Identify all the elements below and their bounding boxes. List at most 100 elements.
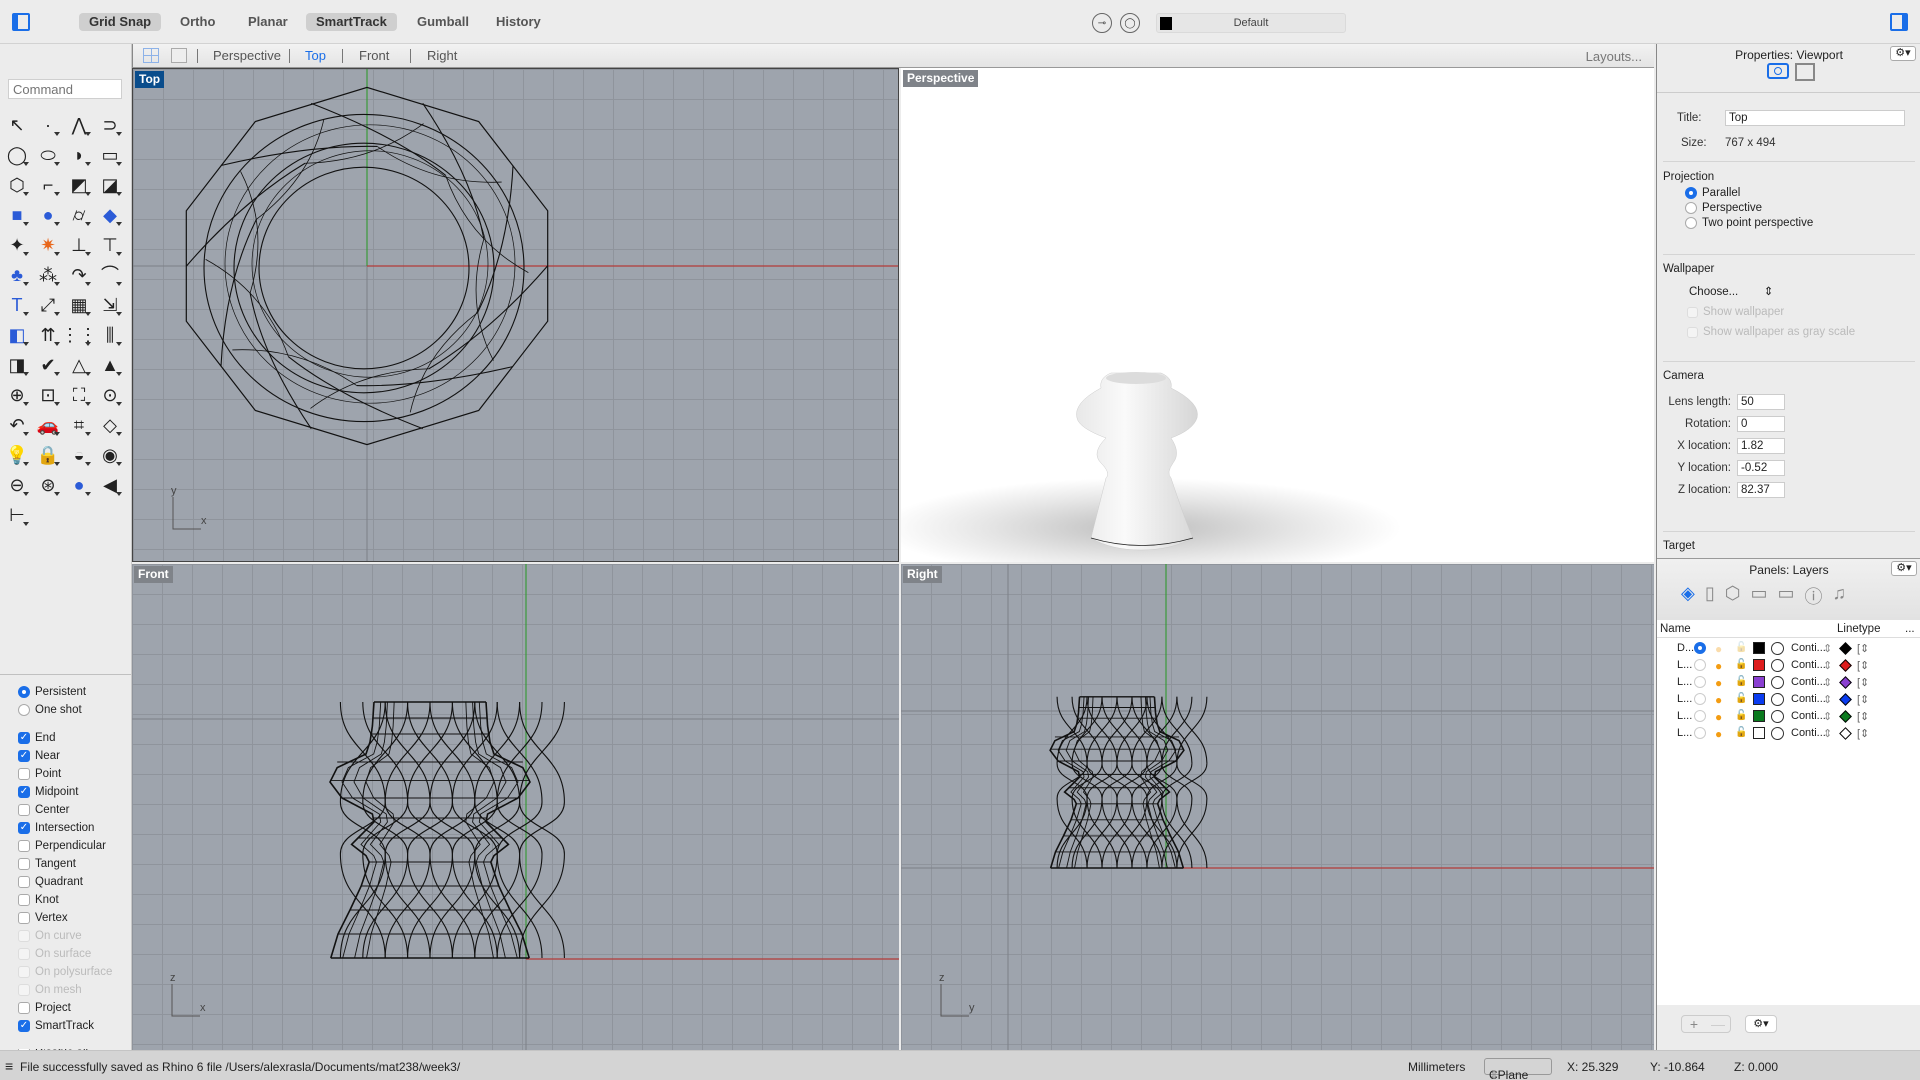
print-width-stepper-icon[interactable]: [⇕ xyxy=(1857,676,1869,689)
layer-name[interactable]: L... xyxy=(1677,693,1692,705)
trim-tool[interactable]: ⊥ xyxy=(64,230,94,260)
cylinder-tool[interactable]: ⌭ xyxy=(64,200,94,230)
linetype-stepper-icon[interactable]: ⇕ xyxy=(1823,710,1832,723)
layer-linetype[interactable]: Conti... xyxy=(1791,659,1826,671)
array-tool[interactable]: ▦ xyxy=(64,290,94,320)
osnap-persistent-radio[interactable]: Persistent xyxy=(0,683,131,701)
grid-snap-toggle[interactable]: Grid Snap xyxy=(79,13,162,31)
layer-name[interactable]: L... xyxy=(1677,727,1692,739)
tab-perspective[interactable]: Perspective xyxy=(213,48,281,63)
wallpaper-choose-select[interactable]: Choose... ⇕ xyxy=(1689,284,1773,298)
gumball-toggle[interactable]: Gumball xyxy=(407,13,479,31)
named-shapes-tool[interactable]: ◇ xyxy=(95,410,125,440)
layers-gear-icon[interactable]: ⚙▾ xyxy=(1891,561,1917,576)
select-arrow-tool[interactable]: ↖ xyxy=(2,110,32,140)
shapes-tool[interactable]: △ xyxy=(64,350,94,380)
document-tab-icon[interactable]: ▯ xyxy=(1705,583,1715,609)
osnap-perpendicular-checkbox[interactable]: Perpendicular xyxy=(0,837,131,855)
osnap-intersection-checkbox[interactable]: ✓ Intersection xyxy=(0,819,131,837)
help-tab-icon[interactable]: ⓘ xyxy=(1805,583,1823,609)
layer-linetype[interactable]: Conti... xyxy=(1791,693,1826,705)
filter-toggle-icon[interactable]: ◯ xyxy=(1120,13,1140,33)
grid-sphere-tool[interactable]: ⊛ xyxy=(33,470,63,500)
print-color-diamond[interactable] xyxy=(1839,642,1852,655)
light-bulb-icon[interactable]: ● xyxy=(1715,642,1722,656)
camera-z-location-input[interactable] xyxy=(1737,482,1785,498)
light-bulb-icon[interactable]: ● xyxy=(1715,676,1722,690)
render-cone-tool[interactable]: ◀ xyxy=(95,470,125,500)
display-tab-icon[interactable]: ▭ xyxy=(1777,583,1794,609)
layer-current-radio[interactable] xyxy=(1694,727,1706,739)
grid-array-tool[interactable]: ⋮⋮ xyxy=(61,320,97,350)
boolean-difference-tool[interactable]: ♣ xyxy=(2,260,32,290)
projection-parallel-radio[interactable]: Parallel xyxy=(1685,187,1740,199)
osnap-toggle-icon[interactable]: ⊸ xyxy=(1092,13,1112,33)
layer-material-icon[interactable] xyxy=(1771,727,1784,740)
layer-material-icon[interactable] xyxy=(1771,693,1784,706)
command-input[interactable] xyxy=(8,79,122,99)
projection-perspective-radio[interactable]: Perspective xyxy=(1685,202,1762,214)
units-label[interactable]: Millimeters xyxy=(1408,1060,1465,1074)
surface-patch-tool[interactable]: ◆ xyxy=(95,200,125,230)
lock-icon[interactable]: 🔓 xyxy=(1735,642,1747,653)
osnap-end-checkbox[interactable]: ✓ End xyxy=(0,729,131,747)
layer-row[interactable]: D... ● 🔓 Conti... ⇕ [⇕ xyxy=(1657,640,1920,657)
print-width-stepper-icon[interactable]: [⇕ xyxy=(1857,710,1869,723)
layer-color-swatch[interactable] xyxy=(1753,642,1765,654)
print-width-stepper-icon[interactable]: [⇕ xyxy=(1857,693,1869,706)
print-color-diamond[interactable] xyxy=(1839,710,1852,723)
top-viewport[interactable]: Top y x xyxy=(132,68,899,562)
boolean-union-tool[interactable]: ● xyxy=(33,200,63,230)
lock-tool[interactable]: 🔒 xyxy=(33,440,63,470)
linetype-stepper-icon[interactable]: ⇕ xyxy=(1823,642,1832,655)
layer-color-swatch[interactable] xyxy=(1753,659,1765,671)
notes-tab-icon[interactable]: ▭ xyxy=(1750,583,1767,609)
ortho-toggle[interactable]: Ortho xyxy=(170,13,225,31)
layers-tab-icon[interactable]: ◈ xyxy=(1681,583,1695,609)
light-bulb-icon[interactable]: ● xyxy=(1715,693,1722,707)
text-tool[interactable]: T xyxy=(2,290,32,320)
right-viewport[interactable]: Right z y xyxy=(901,564,1654,1050)
print-color-diamond[interactable] xyxy=(1839,676,1852,689)
print-color-diamond[interactable] xyxy=(1839,659,1852,672)
print-width-stepper-icon[interactable]: [⇕ xyxy=(1857,659,1869,672)
solid-edit-tool[interactable]: ◧ xyxy=(2,320,32,350)
command-history-icon[interactable]: ≡ xyxy=(5,1058,13,1074)
layer-material-icon[interactable] xyxy=(1771,710,1784,723)
wireframe-sphere-tool[interactable]: ⊖ xyxy=(2,470,32,500)
linetype-stepper-icon[interactable]: ⇕ xyxy=(1823,693,1832,706)
single-viewport-icon[interactable] xyxy=(171,48,187,63)
camera-lens-length-input[interactable] xyxy=(1737,394,1785,410)
frame-icon[interactable] xyxy=(1795,63,1815,81)
cplane-tool[interactable]: ⌗ xyxy=(64,410,94,440)
extrude-surface-tool[interactable]: ◪ xyxy=(95,170,125,200)
osnap-knot-checkbox[interactable]: Knot xyxy=(0,891,131,909)
layer-linetype[interactable]: Conti... xyxy=(1791,727,1826,739)
curve-tool[interactable]: ⊃ xyxy=(95,110,125,140)
layer-row[interactable]: L... ● 🔓 Conti... ⇕ [⇕ xyxy=(1657,708,1920,725)
scale-tool[interactable]: ⇲ xyxy=(95,290,125,320)
layer-name[interactable]: L... xyxy=(1677,659,1692,671)
camera-rotation-input[interactable] xyxy=(1737,416,1785,432)
rebuild-curve-tool[interactable]: ↷ xyxy=(64,260,94,290)
analyze-tool[interactable]: ◨ xyxy=(2,350,32,380)
osnap-project-checkbox[interactable]: Project xyxy=(0,999,131,1017)
layer-linetype[interactable]: Conti... xyxy=(1791,676,1826,688)
surface-corner-tool[interactable]: ◩ xyxy=(64,170,94,200)
osnap-oneshot-radio[interactable]: One shot xyxy=(0,701,131,719)
split-tool[interactable]: ⊤ xyxy=(95,230,125,260)
gumball-align-tool[interactable]: ⫼ xyxy=(95,320,125,350)
layer-row[interactable]: L... ● 🔓 Conti... ⇕ [⇕ xyxy=(1657,657,1920,674)
polyline-tool[interactable]: ⋀ xyxy=(64,110,94,140)
viewport-title-input[interactable] xyxy=(1725,110,1905,126)
osnap-smarttrack-checkbox[interactable]: ✓ SmartTrack xyxy=(0,1017,131,1035)
layer-name[interactable]: L... xyxy=(1677,676,1692,688)
layer-current-radio[interactable] xyxy=(1694,659,1706,671)
properties-gear-icon[interactable]: ⚙▾ xyxy=(1890,46,1916,61)
zoom-window-tool[interactable]: ⊡ xyxy=(33,380,63,410)
layer-options-gear-icon[interactable]: ⚙▾ xyxy=(1745,1015,1777,1033)
osnap-near-checkbox[interactable]: ✓ Near xyxy=(0,747,131,765)
layer-color-swatch[interactable] xyxy=(1753,727,1765,739)
tab-front[interactable]: Front xyxy=(359,48,389,63)
projection-two-point-radio[interactable]: Two point perspective xyxy=(1685,217,1813,229)
